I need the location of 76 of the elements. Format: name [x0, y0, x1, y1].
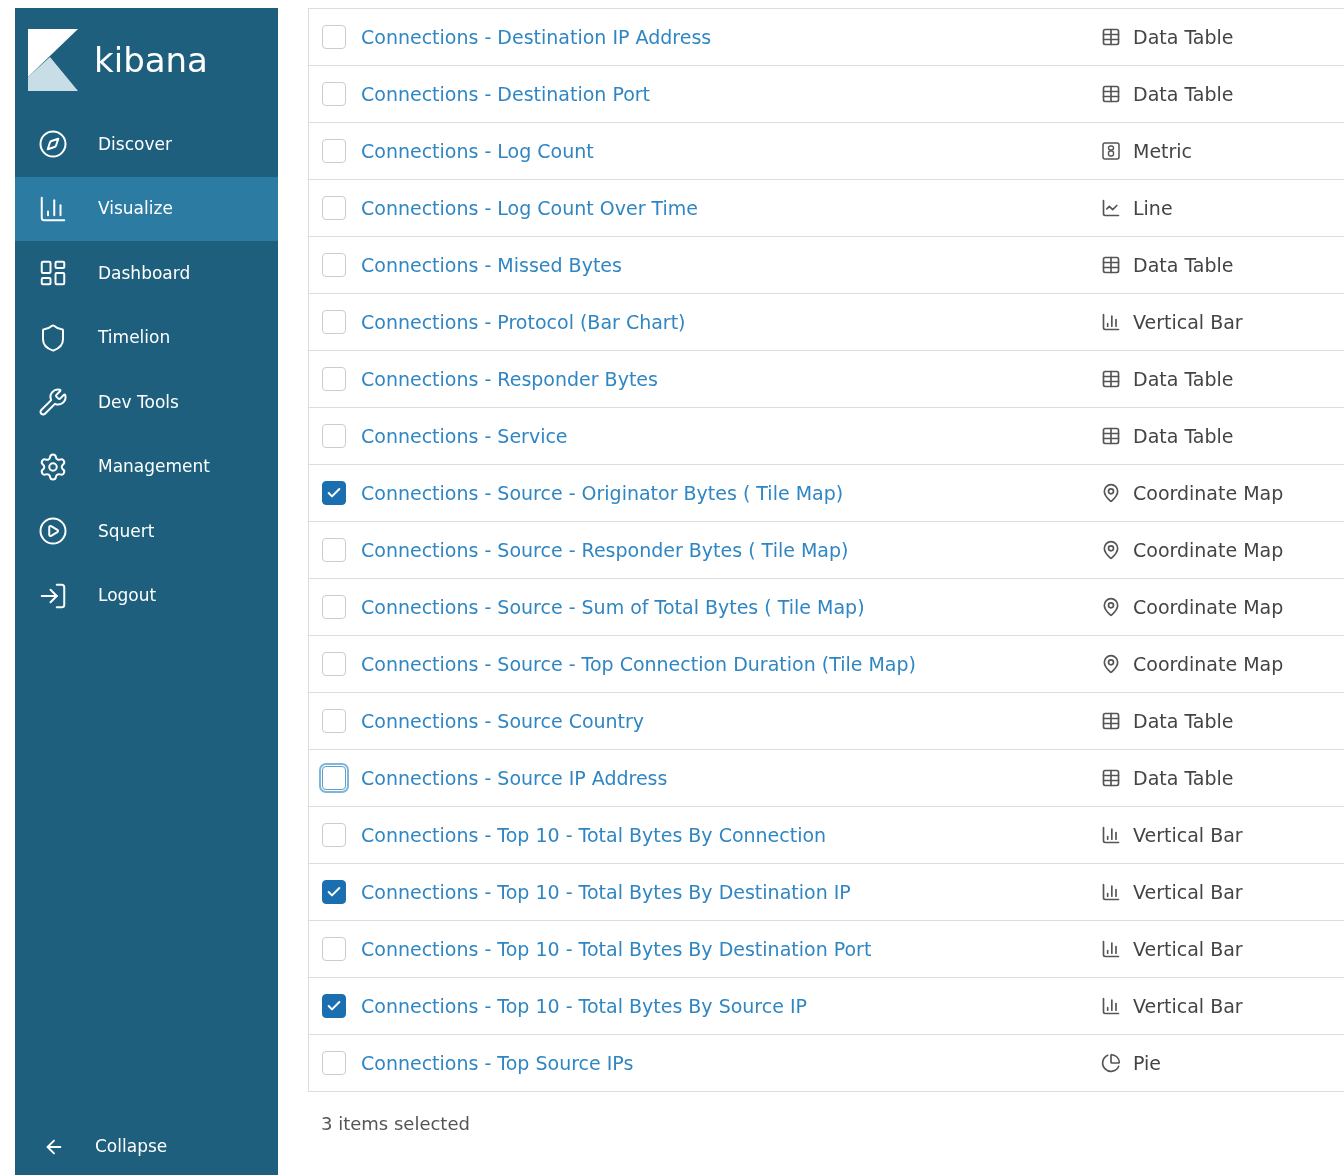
visualization-link[interactable]: Connections - Source - Originator Bytes ( Tile Map) — [361, 478, 1101, 508]
visualization-link[interactable]: Connections - Service — [361, 421, 1101, 451]
visualization-type: Coordinate Map — [1133, 537, 1284, 563]
nav-item[interactable]: Discover — [15, 112, 278, 177]
visualization-link[interactable]: Connections - Missed Bytes — [361, 250, 1101, 280]
logo-icon — [28, 29, 78, 91]
visualization-type: Coordinate Map — [1133, 480, 1284, 506]
nav-item[interactable]: Management — [15, 434, 278, 499]
logo-text: kibana — [94, 38, 208, 82]
visualization-link[interactable]: Connections - Source IP Address — [361, 763, 1101, 793]
visualization-link[interactable]: Connections - Top 10 - Total Bytes By Destination Port — [361, 934, 1101, 964]
visualization-type: Data Table — [1133, 765, 1234, 791]
visualization-link[interactable]: Connections - Source - Responder Bytes ( Tile Map) — [361, 535, 1101, 565]
visualization-link[interactable]: Connections - Top 10 - Total Bytes By Connection — [361, 820, 1101, 850]
table-icon — [1101, 27, 1121, 47]
nav-item[interactable]: Dashboard — [15, 241, 278, 306]
visualization-type: Vertical Bar — [1133, 822, 1243, 848]
nav-item[interactable]: Logout — [15, 563, 278, 628]
bar-chart-icon — [1101, 312, 1121, 332]
map-pin-icon — [1101, 540, 1121, 560]
bar-chart-icon — [1101, 882, 1121, 902]
row-checkbox[interactable] — [322, 880, 346, 904]
table-icon — [1101, 84, 1121, 104]
visualization-link[interactable]: Connections - Log Count Over Time — [361, 193, 1101, 223]
visualization-link[interactable]: Connections - Responder Bytes — [361, 364, 1101, 394]
collapse-button[interactable]: Collapse — [15, 1119, 278, 1175]
visualization-type: Line — [1133, 195, 1173, 221]
visualization-type: Vertical Bar — [1133, 879, 1243, 905]
visualization-type: Data Table — [1133, 81, 1234, 107]
visualization-type: Data Table — [1133, 366, 1234, 392]
play-icon — [38, 516, 68, 547]
visualization-link[interactable]: Connections - Protocol (Bar Chart) — [361, 307, 1101, 337]
visualization-type: Data Table — [1133, 423, 1234, 449]
line-chart-icon — [1101, 198, 1121, 218]
settings-icon — [38, 451, 68, 482]
map-pin-icon — [1101, 597, 1121, 617]
nav-item[interactable]: Timelion — [15, 305, 278, 370]
visualization-type: Pie — [1133, 1050, 1161, 1076]
visualization-link[interactable]: Connections - Source - Top Connection Duration (Tile Map) — [361, 649, 1101, 679]
visualization-link[interactable]: Connections - Log Count — [361, 136, 1101, 166]
visualization-type: Coordinate Map — [1133, 594, 1284, 620]
visualization-link[interactable]: Connections - Source - Sum of Total Bytes ( Tile Map) — [361, 592, 1101, 622]
visualization-type: Vertical Bar — [1133, 993, 1243, 1019]
visualization-link[interactable]: Connections - Top Source IPs — [361, 1048, 1101, 1078]
visualization-type: Data Table — [1133, 708, 1234, 734]
row-checkbox[interactable] — [322, 481, 346, 505]
visualization-type: Metric — [1133, 138, 1193, 164]
map-pin-icon — [1101, 654, 1121, 674]
bar-chart-icon — [1101, 996, 1121, 1016]
wrench-icon — [38, 387, 68, 418]
table-icon — [1101, 369, 1121, 389]
pie-chart-icon — [1101, 1053, 1121, 1073]
visualization-link[interactable]: Connections - Source Country — [361, 706, 1101, 736]
row-checkbox[interactable] — [322, 994, 346, 1018]
visualization-link[interactable]: Connections - Top 10 - Total Bytes By Source IP — [361, 991, 1101, 1021]
visualization-link[interactable]: Connections - Destination IP Address — [361, 22, 1101, 52]
visualization-type: Data Table — [1133, 252, 1234, 278]
bar-chart-icon — [1101, 825, 1121, 845]
table-icon — [1101, 255, 1121, 275]
nav-item[interactable]: Squert — [15, 499, 278, 564]
visualization-link[interactable]: Connections - Top 10 - Total Bytes By Destination IP — [361, 877, 1101, 907]
nav-item[interactable]: Dev Tools — [15, 370, 278, 435]
visualization-type: Vertical Bar — [1133, 309, 1243, 335]
table-icon — [1101, 711, 1121, 731]
visualization-type: Vertical Bar — [1133, 936, 1243, 962]
map-pin-icon — [1101, 483, 1121, 503]
nav-item[interactable]: Visualize — [15, 176, 278, 241]
compass-icon — [38, 129, 68, 160]
selection-count: 3 items selected — [321, 1113, 470, 1134]
table-icon — [1101, 768, 1121, 788]
visualization-type: Coordinate Map — [1133, 651, 1284, 677]
visualization-type: Data Table — [1133, 24, 1234, 50]
bar-chart-icon — [1101, 939, 1121, 959]
visualization-link[interactable]: Connections - Destination Port — [361, 79, 1101, 109]
table-icon — [1101, 426, 1121, 446]
metric-icon — [1101, 141, 1121, 161]
